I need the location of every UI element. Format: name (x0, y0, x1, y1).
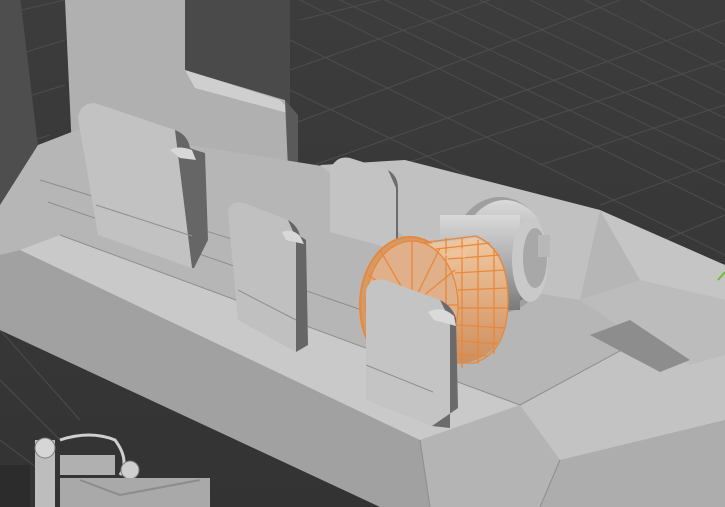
3d-viewport[interactable] (0, 0, 725, 507)
viewport-canvas[interactable] (0, 0, 725, 507)
